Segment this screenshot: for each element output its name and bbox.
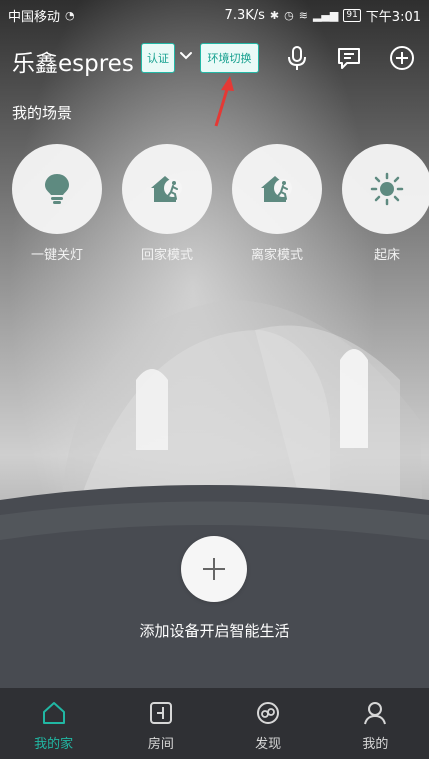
scene-button[interactable] [122,144,212,234]
tab-discover[interactable]: 发现 [215,688,322,759]
add-device-label: 添加设备开启智能生活 [139,622,290,640]
environment-switch-button[interactable]: 环境切换 [200,43,259,73]
scene-label: 回家模式 [140,248,193,263]
clock: 下午3:01 [365,9,421,25]
scenes-title: 我的场景 [12,104,73,122]
sun-icon [370,172,404,206]
scene-leave-home[interactable]: 离家模式 [232,144,322,263]
verify-badge[interactable]: 认证 [141,43,175,73]
scene-lights-off[interactable]: 一键关灯 [12,144,102,263]
scene-come-home[interactable]: 回家模式 [122,144,212,263]
home-name[interactable]: 乐鑫espres [12,44,134,78]
add-device-button[interactable] [181,536,247,602]
tab-label: 房间 [147,737,174,752]
home-person-icon [261,176,292,202]
tab-rooms[interactable]: 房间 [107,688,214,759]
signal-icon: ▂▄▆ [312,8,339,22]
carrier-signal-icon: ◔ [65,8,75,22]
scene-label: 一键关灯 [30,248,83,263]
scene-button[interactable] [12,144,102,234]
bluetooth-icon: ✱ [269,8,280,22]
room-icon [149,702,172,724]
carrier-label: 中国移动 [8,9,61,25]
discover-icon [257,702,280,724]
chevron-down-icon[interactable] [178,48,194,64]
scene-button[interactable] [342,144,429,234]
annotation-arrow-icon [214,76,234,127]
scene-button[interactable] [232,144,322,234]
battery-indicator: 91 [343,8,361,22]
tab-mine[interactable]: 我的 [322,688,429,759]
user-icon [364,702,387,725]
wifi-icon: ≋ [298,8,308,22]
tab-label: 我的家 [34,737,74,752]
microphone-icon[interactable] [283,44,311,72]
bottom-navigation: 我的家 房间 发现 我的 [0,688,429,759]
scene-label: 起床 [373,248,400,263]
network-speed: 7.3K/s [224,7,265,23]
message-icon[interactable] [335,44,363,72]
bulb-icon [45,174,69,204]
tab-label: 发现 [255,737,282,752]
tab-my-home[interactable]: 我的家 [0,688,107,759]
tab-label: 我的 [362,737,389,752]
scene-wake-up[interactable]: 起床 [342,144,429,263]
home-icon [42,702,65,724]
alarm-icon: ◷ [284,8,294,22]
plus-icon [203,558,225,580]
scene-label: 离家模式 [250,248,303,263]
home-person-icon [151,176,182,202]
plus-circle-icon[interactable] [388,44,416,72]
scene-list: 一键关灯 回家模式 离家模式 起床 [0,144,429,264]
status-bar: 中国移动 ◔ 7.3K/s ✱ ◷ ≋ ▂▄▆ 91 下午3:01 [0,0,429,30]
